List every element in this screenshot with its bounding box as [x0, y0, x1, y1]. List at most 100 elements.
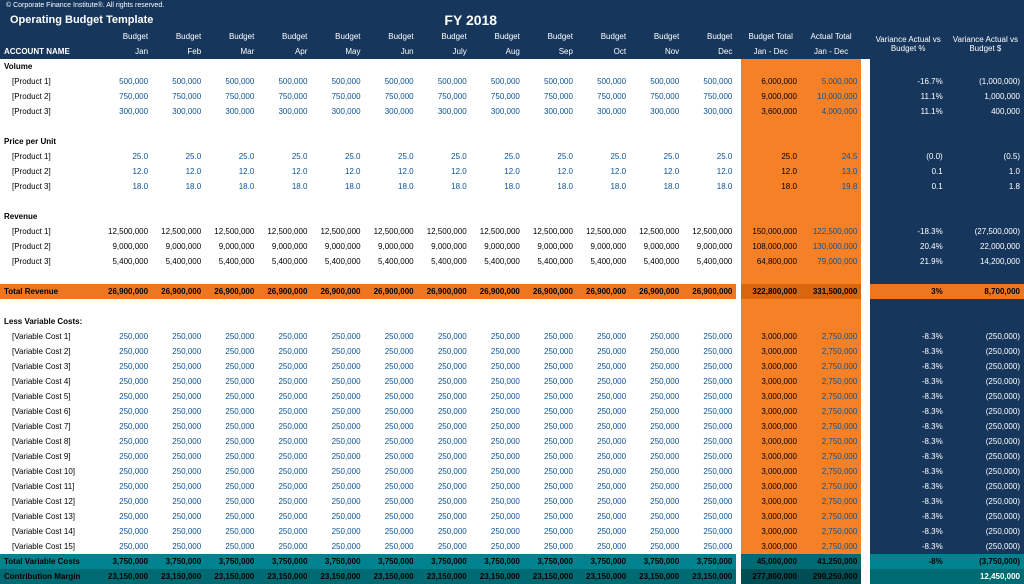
actual-total: 24.5 [801, 149, 861, 164]
row-label: [Variable Cost 6] [0, 404, 99, 419]
row-label: [Product 1] [0, 224, 99, 239]
variance-pct: -8.3% [870, 329, 947, 344]
budget-total: 277,800,000 [741, 569, 801, 584]
section-header: Volume [0, 59, 1024, 74]
header-row-1: Budget Budget Budget Budget Budget Budge… [0, 29, 1024, 44]
blank-row [0, 194, 1024, 209]
budget-total: 108,000,000 [741, 239, 801, 254]
section-header: Revenue [0, 209, 1024, 224]
row-label: [Variable Cost 15] [0, 539, 99, 554]
variance-pct: -8.3% [870, 344, 947, 359]
variance-pct: -8.3% [870, 449, 947, 464]
section-title: Revenue [0, 209, 99, 224]
row-label: [Variable Cost 12] [0, 494, 99, 509]
budget-table: Operating Budget Template FY 2018 Budget… [0, 11, 1024, 584]
variance-pct: (0.0) [870, 149, 947, 164]
section-title: Price per Unit [0, 134, 99, 149]
variance-pct [870, 569, 947, 584]
row-label: [Variable Cost 9] [0, 449, 99, 464]
budget-total: 3,000,000 [741, 449, 801, 464]
budget-total: 3,000,000 [741, 359, 801, 374]
variable-costs-header: Less Variable Costs: [0, 314, 1024, 329]
variance-pct: 0.1 [870, 179, 947, 194]
section-title: Less Variable Costs: [0, 314, 99, 329]
data-row: [Product 1]12,500,00012,500,00012,500,00… [0, 224, 1024, 239]
variance-pct: -8.3% [870, 464, 947, 479]
variance-amt: 1,000,000 [947, 89, 1024, 104]
variance-amt: (250,000) [947, 329, 1024, 344]
data-row: [Variable Cost 15]250,000250,000250,0002… [0, 539, 1024, 554]
row-label: [Product 1] [0, 74, 99, 89]
data-row: [Product 2]9,000,0009,000,0009,000,0009,… [0, 239, 1024, 254]
section-header: Price per Unit [0, 134, 1024, 149]
actual-total: 2,750,000 [801, 404, 861, 419]
data-row: [Product 3]300,000300,000300,000300,0003… [0, 104, 1024, 119]
variance-pct: 11.1% [870, 89, 947, 104]
actual-total: 2,750,000 [801, 419, 861, 434]
variance-pct: 3% [870, 284, 947, 299]
budget-total: 45,000,000 [741, 554, 801, 569]
data-row: [Variable Cost 5]250,000250,000250,00025… [0, 389, 1024, 404]
variance-amt: (250,000) [947, 389, 1024, 404]
budget-total: 6,000,000 [741, 74, 801, 89]
actual-total: 2,750,000 [801, 539, 861, 554]
data-row: [Variable Cost 13]250,000250,000250,0002… [0, 509, 1024, 524]
budget-total: 3,000,000 [741, 539, 801, 554]
actual-total: 2,750,000 [801, 329, 861, 344]
actual-total: 2,750,000 [801, 494, 861, 509]
actual-total: 5,000,000 [801, 74, 861, 89]
row-label: [Product 3] [0, 179, 99, 194]
variance-amt: (250,000) [947, 479, 1024, 494]
variance-amt: (250,000) [947, 419, 1024, 434]
row-label: [Variable Cost 8] [0, 434, 99, 449]
variance-amt: (250,000) [947, 539, 1024, 554]
variance-amt: (250,000) [947, 464, 1024, 479]
variance-pct: -8.3% [870, 494, 947, 509]
variance-pct: -16.7% [870, 74, 947, 89]
row-label: [Product 1] [0, 149, 99, 164]
variance-pct: -8.3% [870, 419, 947, 434]
actual-total: 2,750,000 [801, 524, 861, 539]
actual-total: 4,000,000 [801, 104, 861, 119]
variance-amt: (250,000) [947, 509, 1024, 524]
variance-pct: -18.3% [870, 224, 947, 239]
actual-total: 2,750,000 [801, 464, 861, 479]
total-label: Contribution Margin [0, 569, 99, 584]
budget-total: 3,000,000 [741, 479, 801, 494]
actual-total: 290,250,000 [801, 569, 861, 584]
variance-pct: -8.3% [870, 509, 947, 524]
data-row: [Product 3]5,400,0005,400,0005,400,0005,… [0, 254, 1024, 269]
row-label: [Variable Cost 4] [0, 374, 99, 389]
actual-total: 79,000,000 [801, 254, 861, 269]
fiscal-year: FY 2018 [205, 11, 736, 29]
budget-total: 3,000,000 [741, 344, 801, 359]
data-row: [Product 1]500,000500,000500,000500,0005… [0, 74, 1024, 89]
budget-total: 3,000,000 [741, 509, 801, 524]
variance-amt: (0.5) [947, 149, 1024, 164]
total-label: Total Revenue [0, 284, 99, 299]
data-row: [Variable Cost 10]250,000250,000250,0002… [0, 464, 1024, 479]
row-label: [Product 3] [0, 254, 99, 269]
title-row: Operating Budget Template FY 2018 [0, 11, 1024, 29]
budget-total: 64,800,000 [741, 254, 801, 269]
row-label: [Variable Cost 7] [0, 419, 99, 434]
hdr-variance-pct: Variance Actual vs Budget % [870, 29, 947, 59]
variance-amt: (250,000) [947, 374, 1024, 389]
variance-pct: -8% [870, 554, 947, 569]
variance-amt: (250,000) [947, 359, 1024, 374]
data-row: [Variable Cost 12]250,000250,000250,0002… [0, 494, 1024, 509]
budget-total: 322,800,000 [741, 284, 801, 299]
hdr-variance-amt: Variance Actual vs Budget $ [947, 29, 1024, 59]
actual-total: 10,000,000 [801, 89, 861, 104]
total-label: Total Variable Costs [0, 554, 99, 569]
budget-total: 150,000,000 [741, 224, 801, 239]
variance-amt: (3,750,000) [947, 554, 1024, 569]
blank-row [0, 299, 1024, 314]
row-label: [Variable Cost 14] [0, 524, 99, 539]
variance-amt: 400,000 [947, 104, 1024, 119]
hdr-actual-total: Actual Total [801, 29, 861, 44]
variance-amt: (250,000) [947, 494, 1024, 509]
variance-amt: (250,000) [947, 404, 1024, 419]
data-row: [Product 2]750,000750,000750,000750,0007… [0, 89, 1024, 104]
variance-amt: 1.8 [947, 179, 1024, 194]
